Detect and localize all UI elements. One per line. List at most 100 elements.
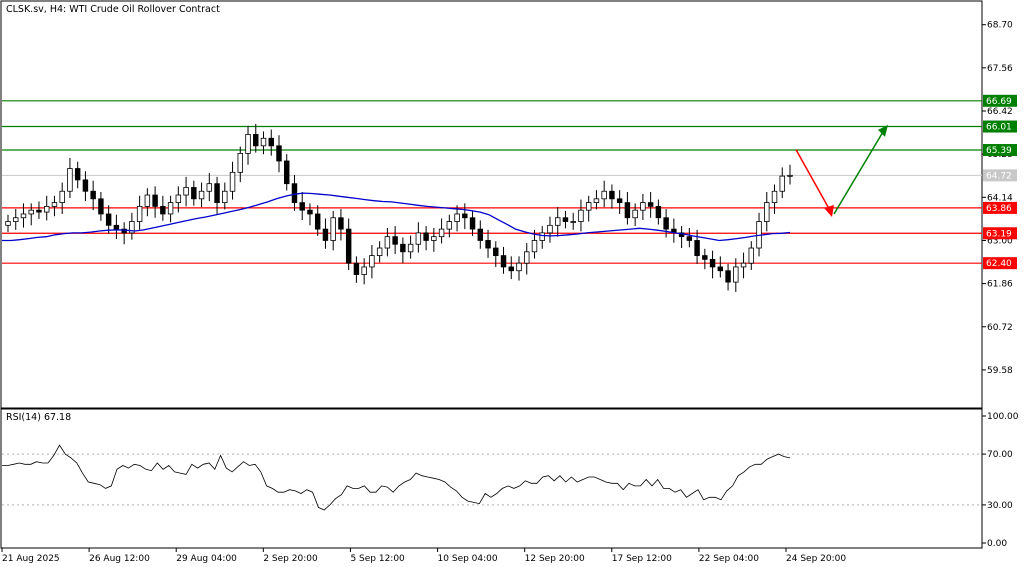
candle-body — [144, 194, 151, 207]
x-tick-label: 12 Sep 20:00 — [525, 554, 585, 564]
rsi-tick-label: 70.00 — [987, 450, 1013, 460]
candle-body — [702, 255, 708, 260]
candle-body — [20, 213, 27, 219]
candle-body — [469, 217, 476, 230]
x-tick-label: 21 Aug 2025 — [2, 554, 60, 564]
rsi-tick-label: 100.00 — [987, 412, 1019, 422]
candle-body — [276, 145, 282, 162]
candle-body — [299, 202, 305, 211]
candle-body — [136, 205, 143, 222]
rsi-tick-label: 0.00 — [987, 539, 1007, 549]
x-tick-label: 22 Sep 04:00 — [699, 554, 759, 564]
candle-body — [43, 205, 50, 213]
candle-body — [423, 232, 429, 241]
candle-body — [175, 194, 182, 204]
candle-body — [601, 190, 607, 200]
candle-body — [361, 266, 367, 275]
candle-body — [647, 202, 654, 207]
resistance-level-tag-label: 65.39 — [986, 146, 1012, 156]
candle-body — [152, 194, 158, 207]
candle-body — [570, 221, 576, 223]
candle-body — [51, 202, 58, 207]
candle-body — [616, 198, 623, 204]
candle-body — [400, 243, 406, 253]
candle-body — [5, 221, 11, 226]
candle-body — [28, 209, 34, 215]
candle-body — [516, 262, 522, 272]
candle-body — [493, 247, 499, 256]
candle-body — [764, 202, 770, 222]
x-tick-label: 17 Sep 12:00 — [612, 554, 672, 564]
candle-body — [609, 190, 615, 200]
support-level-tag-label: 63.19 — [986, 229, 1012, 239]
price-tick-label: 60.72 — [987, 323, 1013, 333]
candle-body — [431, 236, 437, 241]
candle-body — [222, 190, 228, 204]
candle-body — [524, 251, 530, 264]
candle-body — [206, 183, 213, 192]
support-level-tag-label: 62.40 — [986, 259, 1012, 269]
candle-body — [632, 209, 638, 219]
candle-body — [284, 160, 290, 185]
price-tick-label: 59.58 — [987, 366, 1013, 376]
candle-body — [508, 266, 514, 272]
candle-body — [245, 134, 251, 154]
candle-body — [585, 202, 592, 211]
support-level-tag-label: 63.86 — [986, 204, 1012, 214]
candle-body — [593, 198, 600, 204]
candle-body — [105, 213, 112, 226]
candle-body — [655, 205, 662, 219]
candle-body — [454, 213, 460, 222]
candle-body — [717, 266, 724, 272]
candle-body — [345, 228, 352, 264]
price-chart: 68.7067.5666.4265.2864.1463.0061.8660.72… — [0, 0, 1024, 567]
candle-body — [485, 240, 491, 249]
price-tick-label: 68.70 — [987, 21, 1013, 31]
candle-body — [253, 134, 259, 147]
x-tick-label: 26 Aug 12:00 — [89, 554, 150, 564]
rsi-title: RSI(14) 67.18 — [6, 412, 71, 423]
candle-body — [13, 217, 19, 222]
candle-body — [779, 175, 785, 192]
candle-body — [787, 174, 793, 177]
candle-body — [353, 262, 360, 275]
x-tick-label: 2 Sep 20:00 — [263, 554, 318, 564]
candle-body — [268, 137, 274, 147]
candle-body — [771, 190, 778, 204]
candle-body — [198, 190, 205, 200]
candle-body — [260, 137, 267, 147]
candle-body — [113, 224, 120, 230]
candle-body — [555, 217, 561, 226]
candle-body — [531, 240, 538, 253]
candle-body — [640, 202, 646, 211]
candle-body — [338, 217, 344, 230]
candle-body — [90, 190, 96, 200]
rsi-tick-label: 30.00 — [987, 501, 1013, 511]
candle-body — [314, 213, 321, 230]
price-tick-label: 67.56 — [987, 64, 1013, 74]
candle-body — [384, 236, 391, 249]
candle-body — [725, 270, 731, 283]
candle-body — [67, 168, 73, 192]
candle-body — [539, 232, 545, 241]
candle-body — [500, 255, 507, 268]
candle-body — [740, 262, 747, 268]
candle-body — [415, 232, 422, 245]
chart-title: CLSK.sv, H4: WTI Crude Oil Rollover Cont… — [6, 4, 220, 15]
candle-body — [438, 228, 445, 238]
candle-body — [694, 240, 700, 256]
candle-body — [237, 153, 243, 173]
candle-body — [407, 243, 414, 253]
candle-body — [82, 179, 89, 192]
candle-body — [624, 202, 631, 219]
candle-body — [686, 236, 693, 241]
candle-body — [167, 202, 174, 215]
candle-body — [74, 168, 81, 181]
candle-body — [578, 209, 584, 222]
current-price-label: 64.72 — [986, 171, 1012, 181]
candle-body — [59, 190, 65, 204]
candle-body — [229, 171, 236, 192]
x-tick-label: 24 Sep 20:00 — [786, 554, 846, 564]
candle-body — [291, 183, 298, 204]
candle-body — [160, 205, 166, 215]
